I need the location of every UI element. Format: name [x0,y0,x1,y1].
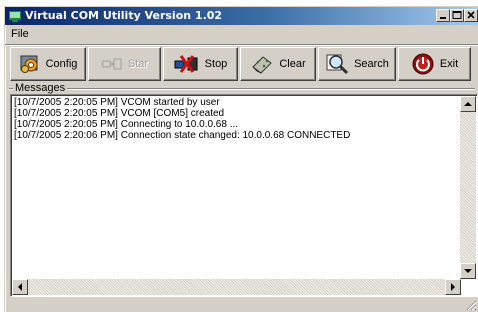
gear-icon [20,55,38,73]
title-bar[interactable]: Virtual COM Utility Version 1.02 [5,7,478,25]
arrow-up-icon [464,102,472,106]
connect-plug-icon [100,58,122,70]
scroll-left-button[interactable] [12,279,28,295]
arrow-down-icon [464,269,472,273]
scroll-right-button[interactable] [445,279,461,295]
disconnect-plug-icon [174,55,198,73]
menu-file[interactable]: File [11,28,29,40]
minimize-button[interactable] [436,9,450,22]
search-button-label: Search [354,58,389,70]
menu-bar: File [5,25,478,43]
log-entry: [10/7/2005 2:20:05 PM] VCOM started by u… [14,97,220,108]
log-entry: [10/7/2005 2:20:05 PM] Connecting to 10.… [14,119,239,130]
window-title: Virtual COM Utility Version 1.02 [25,9,223,22]
config-button-label: Config [45,58,78,70]
start-button-label: Star [127,58,149,70]
eraser-icon [252,56,273,74]
start-button[interactable]: Star [88,47,161,81]
clear-button-label: Clear [279,58,306,70]
toolbar: Config Star Stop Clear Search Exit [5,44,478,85]
minimize-icon [440,17,446,19]
app-window: Virtual COM Utility Version 1.02 File Co… [4,6,478,312]
scroll-down-button[interactable] [460,263,476,279]
exit-button[interactable]: Exit [398,47,471,81]
network-app-icon [9,11,21,22]
magnifier-icon [326,54,349,75]
maximize-icon [452,11,462,19]
messages-group-divider [9,88,475,89]
clear-button[interactable]: Clear [240,47,316,81]
search-button[interactable]: Search [318,47,396,81]
horizontal-scrollbar[interactable] [12,279,461,295]
stop-button-label: Stop [204,58,228,70]
stop-button[interactable]: Stop [163,47,238,81]
vertical-scrollbar[interactable] [460,96,476,279]
messages-group-label: Messages [13,82,68,94]
close-button[interactable] [464,9,478,22]
arrow-left-icon [18,283,22,291]
status-bar [5,299,478,312]
config-button[interactable]: Config [10,47,86,81]
close-icon [467,11,475,19]
exit-button-label: Exit [439,58,459,70]
scroll-up-button[interactable] [460,96,476,112]
maximize-button[interactable] [450,9,464,22]
log-entry: [10/7/2005 2:20:06 PM] Connection state … [14,130,351,141]
messages-log[interactable]: [10/7/2005 2:20:05 PM] VCOM started by u… [10,94,478,297]
log-entry: [10/7/2005 2:20:05 PM] VCOM [COM5] creat… [14,108,225,119]
resize-grip-icon[interactable] [465,299,477,311]
power-icon [412,53,434,75]
messages-list: [10/7/2005 2:20:05 PM] VCOM started by u… [14,97,454,141]
arrow-right-icon [451,283,455,291]
